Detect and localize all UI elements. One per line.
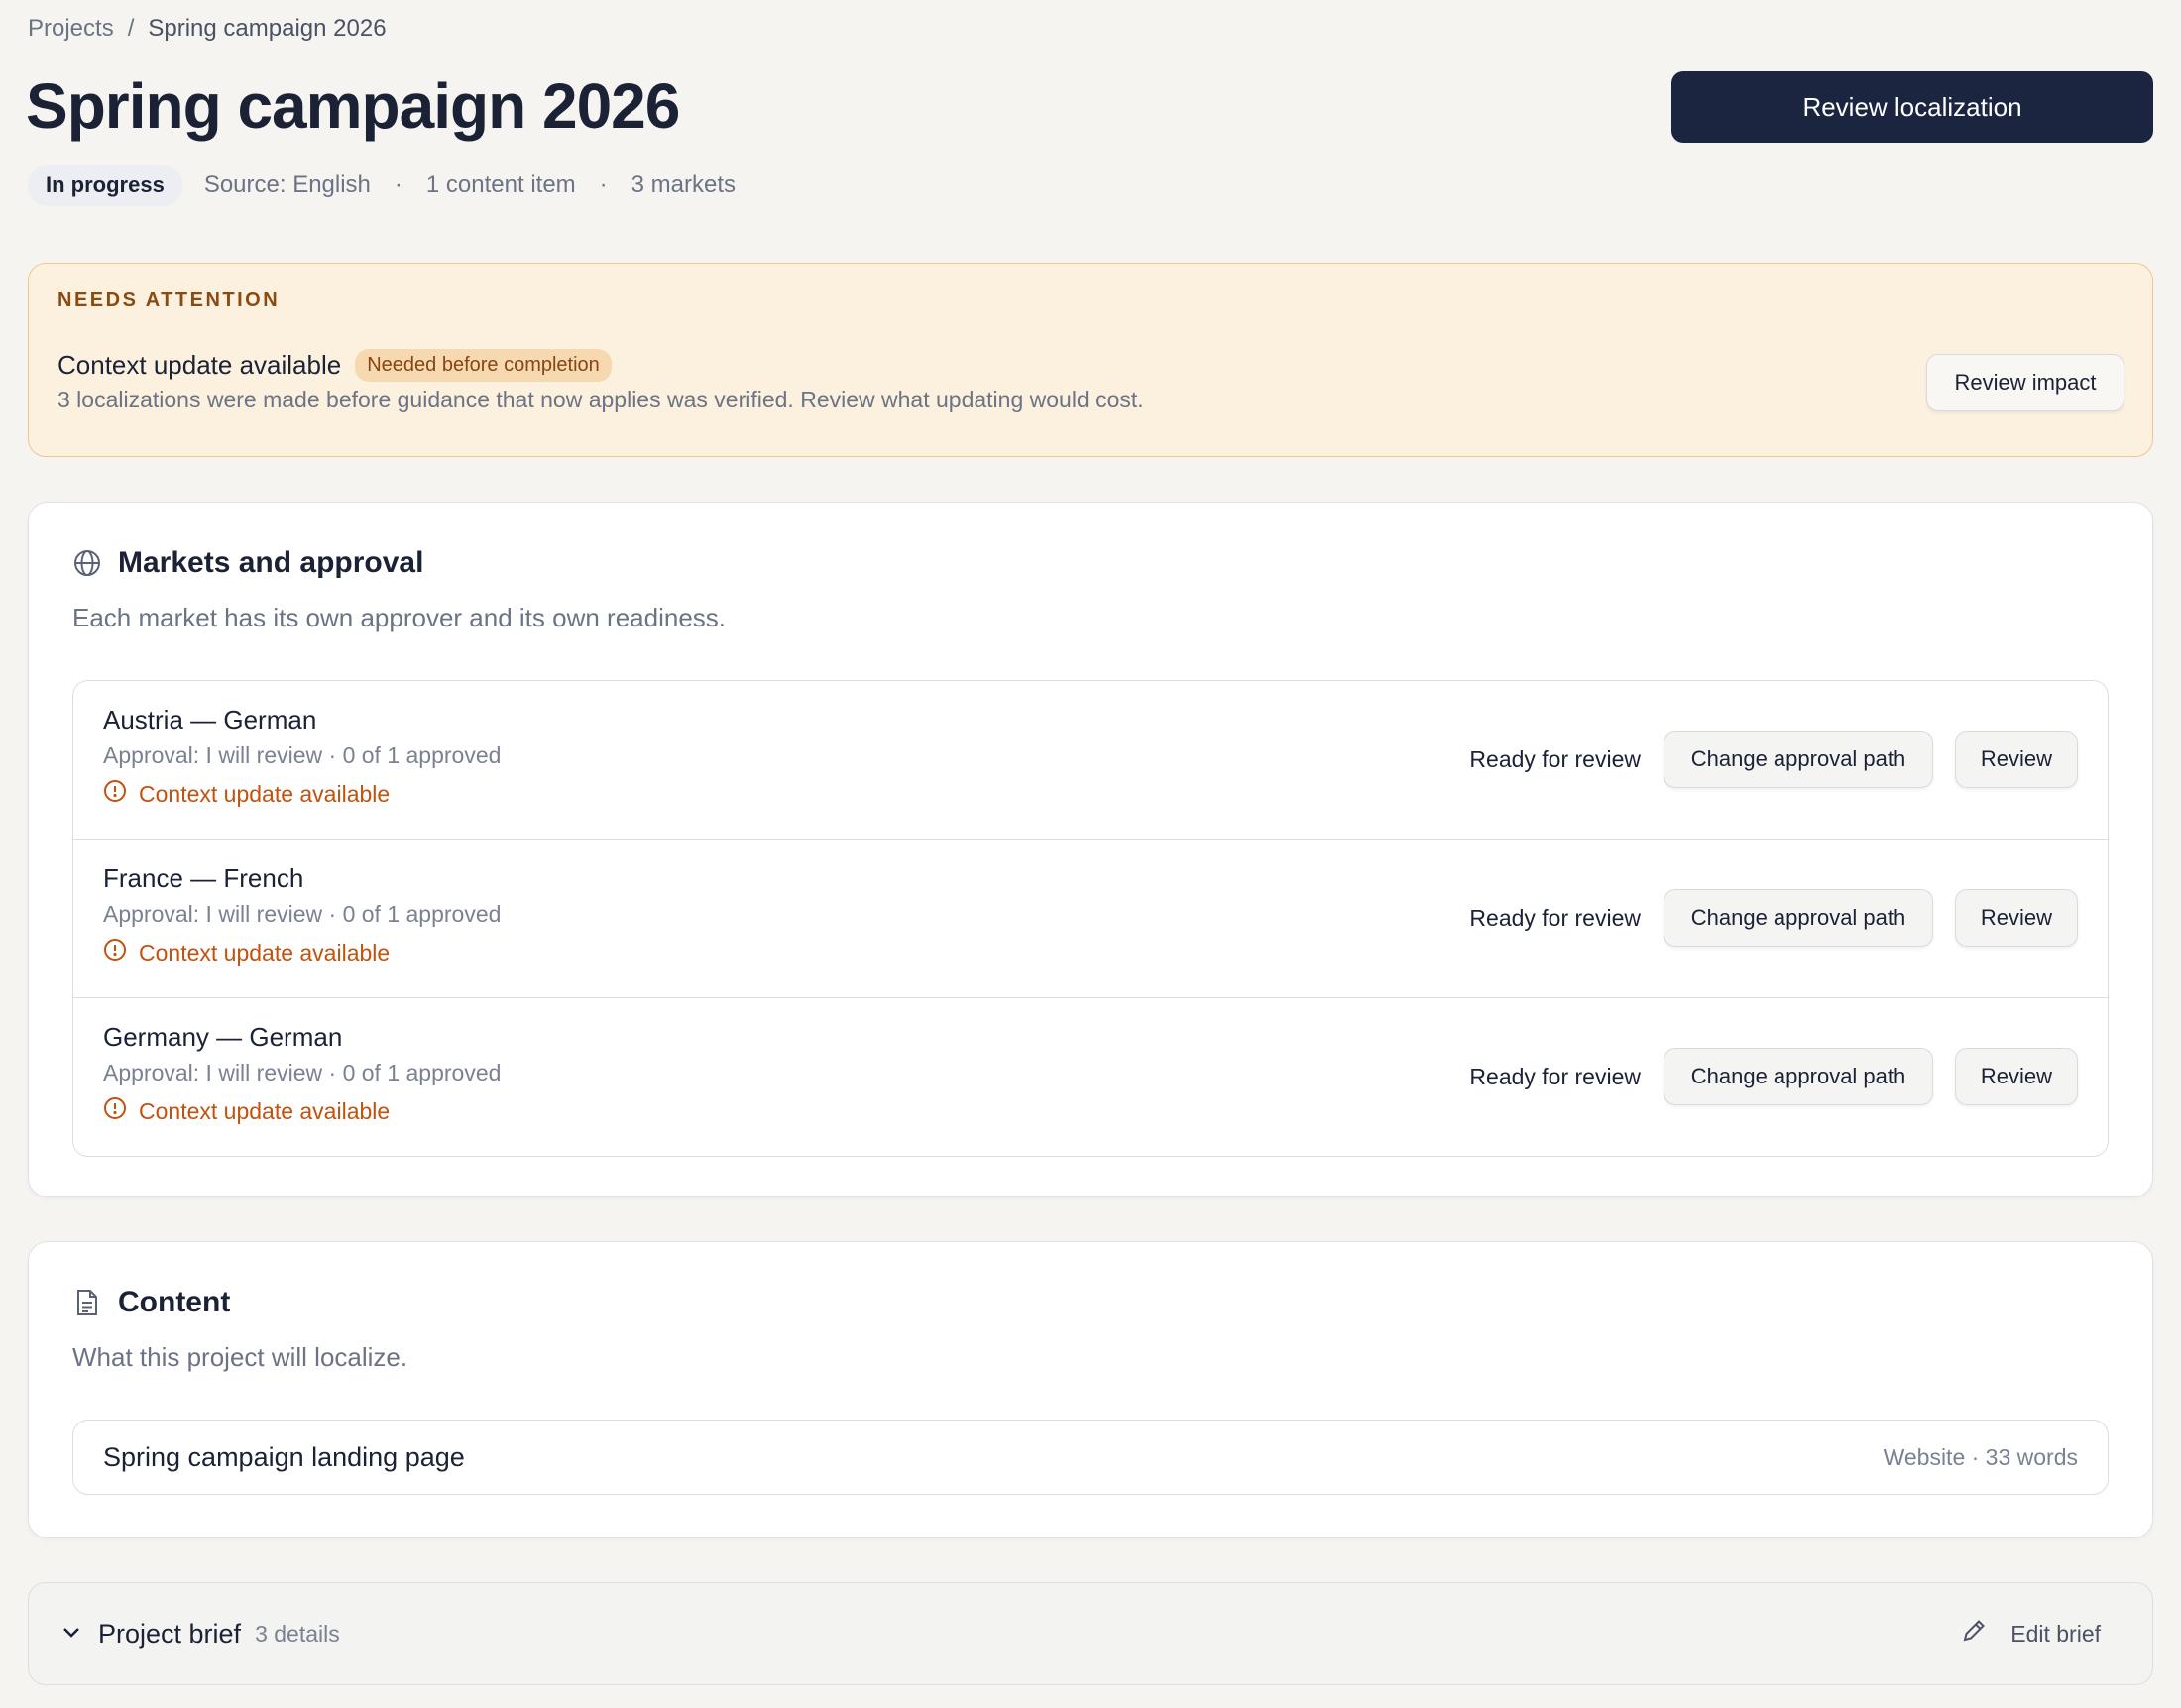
project-meta: In progress Source: English · 1 content … [28,165,736,206]
market-count: 3 markets [631,171,737,198]
attention-title: Context update available [57,350,342,380]
market-alert: Context update available [103,938,390,968]
market-actions: Ready for review Change approval path Re… [1469,731,2078,788]
globe-icon [72,548,102,578]
market-row-austria: Austria — German Approval: I will review… [73,681,2108,840]
meta-separator: · [394,171,402,198]
review-market-button[interactable]: Review [1955,889,2078,947]
alert-circle-icon [103,779,127,809]
project-brief-toggle[interactable]: Project brief 3 details [58,1583,340,1684]
project-brief: Project brief 3 details Edit brief [28,1582,2153,1685]
content-subtitle: What this project will localize. [72,1342,408,1372]
attention-banner: NEEDS ATTENTION Context update available… [28,263,2153,457]
market-alert: Context update available [103,779,390,809]
market-alert-text: Context update available [139,1097,391,1124]
market-actions: Ready for review Change approval path Re… [1469,889,2078,947]
edit-brief-label: Edit brief [2010,1620,2101,1647]
project-brief-title: Project brief [98,1618,242,1649]
review-market-button[interactable]: Review [1955,731,2078,788]
review-localization-button[interactable]: Review localization [1671,71,2153,143]
markets-card-header: Markets and approval [72,546,423,580]
page-title: Spring campaign 2026 [26,70,680,142]
breadcrumb-projects-link[interactable]: Projects [28,15,114,43]
alert-circle-icon [103,938,127,968]
attention-title-row: Context update available Needed before c… [57,349,612,382]
project-brief-count: 3 details [255,1620,340,1647]
alert-circle-icon [103,1096,127,1126]
source-language: Source: English [203,171,371,198]
market-actions: Ready for review Change approval path Re… [1469,1048,2078,1105]
content-count: 1 content item [425,171,576,198]
markets-card: Markets and approval Each market has its… [28,502,2153,1197]
attention-tag: Needed before completion [355,349,612,382]
attention-eyebrow: NEEDS ATTENTION [57,289,281,311]
content-item[interactable]: Spring campaign landing page Website · 3… [72,1420,2109,1495]
breadcrumb-separator: / [127,15,135,42]
market-status: Ready for review [1469,745,1641,772]
market-name: Germany — German [103,1022,343,1052]
meta-separator: · [599,171,608,198]
content-item-meta: Website · 33 words [1883,1443,2078,1470]
market-alert-text: Context update available [139,939,391,966]
content-card-header: Content [72,1286,230,1319]
review-market-button[interactable]: Review [1955,1048,2078,1105]
attention-description: 3 localizations were made before guidanc… [57,387,1144,412]
content-card: Content What this project will localize.… [28,1241,2153,1538]
change-approval-path-button[interactable]: Change approval path [1664,889,1933,947]
market-list: Austria — German Approval: I will review… [72,680,2109,1157]
markets-subtitle: Each market has its own approver and its… [72,603,727,632]
breadcrumb-current: Spring campaign 2026 [148,15,387,42]
edit-brief-button[interactable]: Edit brief [1959,1583,2101,1684]
pencil-icon [1959,1616,1989,1651]
market-alert: Context update available [103,1096,390,1126]
status-badge: In progress [28,165,182,206]
content-title: Content [118,1286,231,1318]
breadcrumb: Projects / Spring campaign 2026 [28,15,387,43]
markets-title: Markets and approval [118,546,424,579]
market-approval: Approval: I will review · 0 of 1 approve… [103,742,502,768]
document-icon [72,1288,102,1317]
market-approval: Approval: I will review · 0 of 1 approve… [103,901,502,927]
project-page: Projects / Spring campaign 2026 Spring c… [0,0,2181,1708]
market-status: Ready for review [1469,904,1641,931]
change-approval-path-button[interactable]: Change approval path [1664,1048,1933,1105]
market-name: France — French [103,863,304,893]
change-approval-path-button[interactable]: Change approval path [1664,731,1933,788]
review-impact-button[interactable]: Review impact [1926,354,2124,411]
market-name: Austria — German [103,705,317,735]
market-status: Ready for review [1469,1063,1641,1089]
chevron-down-icon [58,1619,84,1650]
market-row-france: France — French Approval: I will review … [73,840,2108,998]
market-approval: Approval: I will review · 0 of 1 approve… [103,1060,502,1085]
market-row-germany: Germany — German Approval: I will review… [73,998,2108,1156]
content-item-title: Spring campaign landing page [103,1441,465,1472]
market-alert-text: Context update available [139,780,391,807]
